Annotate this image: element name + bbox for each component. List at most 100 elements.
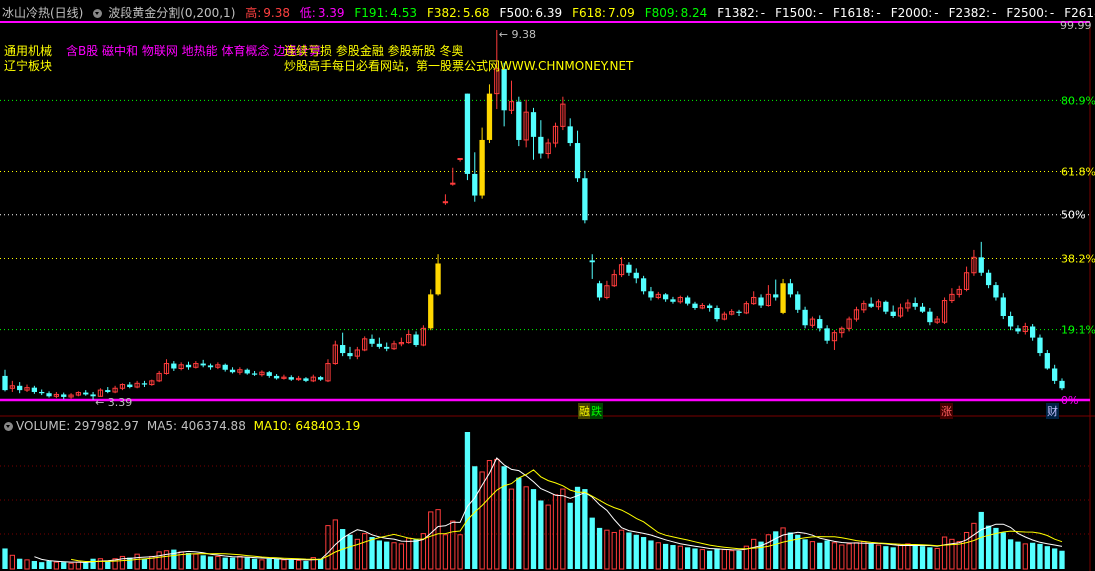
fib-item: F618: 7.09	[572, 6, 635, 20]
candle-body	[890, 311, 896, 316]
fib-item: F500: 6.39	[499, 6, 563, 20]
candle-body	[450, 182, 456, 185]
candle-body	[516, 101, 522, 140]
candle-body	[633, 272, 639, 279]
volume-bar	[156, 551, 162, 570]
volume-bar	[978, 511, 984, 569]
volume-bar	[207, 556, 214, 569]
volume-bar	[927, 547, 933, 569]
candle-body	[1059, 380, 1065, 389]
volume-bar	[875, 544, 882, 570]
badge-rise[interactable]: 涨	[940, 403, 953, 419]
dropdown-icon[interactable]	[4, 422, 13, 431]
volume-bar	[941, 536, 948, 570]
volume-bar	[1037, 543, 1043, 569]
volume-bar	[699, 549, 705, 570]
volume-bar	[596, 527, 603, 569]
volume-bar	[229, 557, 236, 569]
candle-body	[978, 257, 984, 273]
volume-bar	[817, 542, 823, 569]
volume-bar	[846, 543, 852, 570]
candle-body	[1044, 353, 1050, 369]
candle-body	[1052, 368, 1058, 381]
candle-body	[457, 157, 463, 160]
volume-bar	[317, 558, 324, 569]
candle-body	[692, 303, 698, 308]
fib-item: F1618: -	[832, 6, 881, 20]
volume-bar	[934, 547, 940, 570]
candle-body	[428, 294, 434, 329]
fib-label: 38.2%	[1061, 253, 1095, 266]
dropdown-icon[interactable]	[93, 9, 103, 18]
indicator-name[interactable]: 冰山冷热(日线)	[2, 6, 83, 20]
candle-body	[39, 391, 45, 394]
candle-body	[376, 343, 382, 347]
volume-bar	[530, 489, 537, 569]
fib-item: F191: 4.53	[354, 6, 417, 20]
fib-values: F191: 4.53 F382: 5.68 F500: 6.39 F618: 7.09 F809…	[354, 6, 1095, 20]
badge-finance[interactable]: 财	[1046, 403, 1059, 419]
candle-body	[787, 283, 794, 295]
volume-bar	[185, 553, 192, 569]
volume-bar	[494, 458, 500, 570]
volume-bar	[251, 558, 258, 569]
candle-body	[685, 297, 691, 304]
candle-body	[244, 369, 250, 374]
volume-bar	[17, 558, 23, 569]
top-axis-label: 99.99	[1060, 19, 1092, 32]
candle-body	[1015, 328, 1021, 332]
volume-bar	[905, 543, 911, 570]
high-label: 高:	[245, 6, 262, 20]
candle-body	[626, 264, 632, 273]
candle-body	[868, 303, 874, 307]
candle-body	[435, 263, 441, 295]
candle-body	[596, 283, 603, 298]
volume-bar	[1015, 541, 1021, 569]
candle-body	[1037, 337, 1043, 354]
candle-body	[273, 375, 280, 379]
candle-body	[927, 311, 933, 323]
volume-bar	[428, 511, 434, 570]
candle-body	[538, 136, 544, 154]
volume-bar	[83, 562, 89, 569]
volume-bar	[193, 553, 199, 570]
candle-body	[985, 272, 992, 286]
volume-bar	[567, 502, 573, 569]
volume-bar	[751, 538, 757, 570]
volume-bar	[1059, 550, 1065, 569]
fib-item: F2500: -	[1006, 6, 1055, 20]
volume-bar	[677, 545, 683, 570]
chart-canvas[interactable]: 99.99 80.9% 61.8% 50% 38.2% 19.1% 0% ← 9.38 ← 3.…	[0, 0, 1095, 571]
candle-body	[486, 93, 493, 140]
volume-bar	[97, 558, 104, 570]
volume-bar	[450, 520, 456, 570]
volume-bar	[237, 555, 243, 570]
volume-bar	[897, 544, 904, 570]
candle-body	[780, 283, 786, 313]
study-name[interactable]: 波段黄金分割(0,200,1)	[108, 6, 235, 20]
volume-bar	[141, 558, 148, 569]
volume-bar	[325, 525, 331, 570]
candle-body	[17, 385, 23, 391]
badge-fall[interactable]: 跌	[590, 403, 603, 419]
volume-bar	[442, 534, 449, 570]
candle-body	[266, 372, 272, 376]
volume-bar	[560, 488, 566, 570]
volume-bar	[890, 547, 896, 569]
volume-bar	[729, 550, 735, 570]
volume-bar	[46, 561, 52, 569]
volume-bar	[618, 529, 625, 570]
candle-body	[530, 112, 537, 137]
volume-bar	[362, 533, 368, 570]
low-label: 低:	[299, 6, 316, 20]
candle-body	[464, 93, 471, 174]
candle-body	[288, 377, 294, 380]
candle-body	[340, 345, 346, 354]
candle-body	[105, 390, 111, 392]
fib-item: F382: 5.68	[426, 6, 490, 20]
volume-bar	[648, 540, 654, 569]
candle-body	[817, 319, 823, 329]
candle-body	[472, 173, 478, 196]
volume-bar	[853, 542, 860, 570]
volume-bar	[883, 546, 889, 569]
